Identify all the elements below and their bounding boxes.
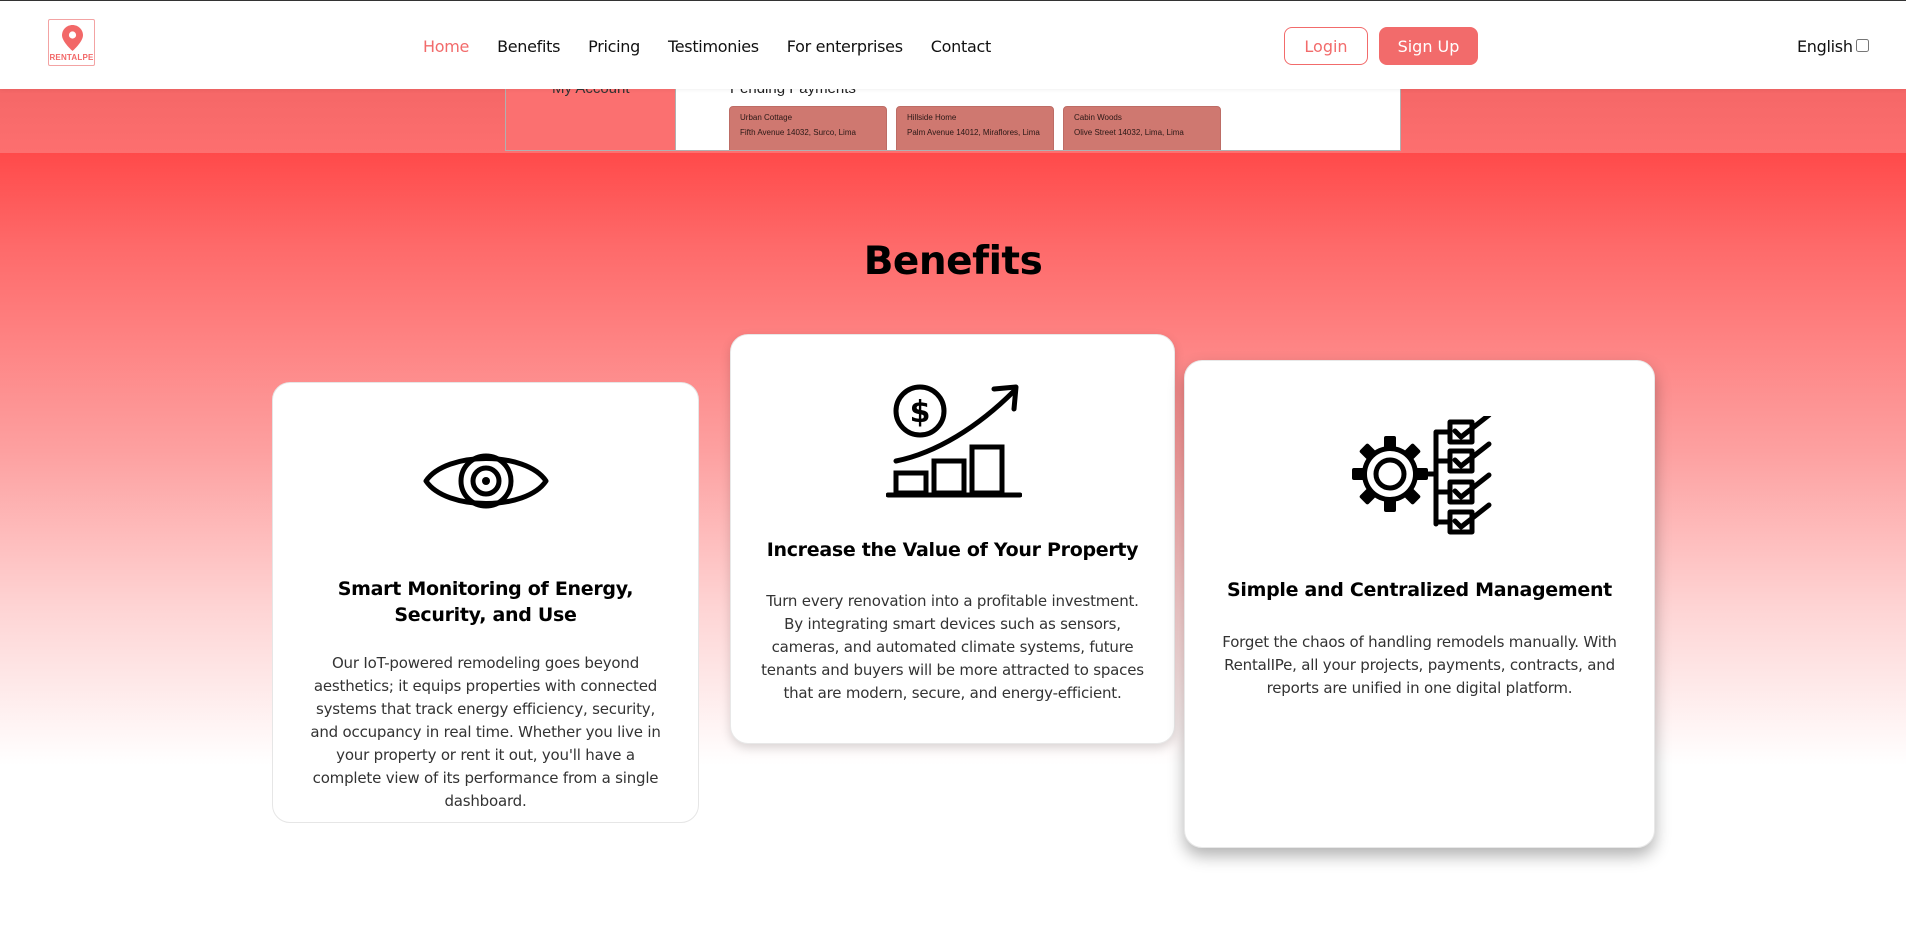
property-name: Hillside Home [907,113,957,122]
preview-sidebar: My Account [506,89,676,150]
property-address: Palm Avenue 14012, Miraflores, Lima [907,128,1040,137]
map-pin-icon [62,25,83,51]
benefit-title: Increase the Value of Your Property [766,539,1139,561]
property-name: Cabin Woods [1074,113,1122,122]
benefit-title: Smart Monitoring of Energy, Security, an… [337,578,634,626]
nav-benefits[interactable]: Benefits [497,37,560,56]
property-address: Fifth Avenue 14032, Surco, Lima [740,128,856,137]
growth-chart-icon: $ [886,384,1022,498]
top-navbar: RENTALPE Home Benefits Pricing Testimoni… [0,0,1906,89]
gear-checklist-icon [1352,416,1492,535]
preview-property-card: Urban Cottage Fifth Avenue 14032, Surco,… [729,106,887,150]
nav-pricing[interactable]: Pricing [588,37,640,56]
nav-testimonies[interactable]: Testimonies [668,37,759,56]
language-checkbox[interactable] [1855,39,1869,52]
benefit-card-management: Simple and Centralized Management Forget… [1184,360,1655,848]
benefits-heading: Benefits [863,239,1043,284]
property-address: Olive Street 14032, Lima, Lima [1074,128,1184,137]
language-toggle[interactable]: English [1797,37,1869,56]
signup-button[interactable]: Sign Up [1379,27,1478,65]
dashboard-preview: My Account Pending Payments Urban Cottag… [505,89,1401,151]
language-label: English [1797,37,1853,56]
benefit-description: Turn every renovation into a profitable … [761,592,1144,702]
benefit-card-value: $ Increase the Value of Your Property Tu… [730,334,1175,744]
benefit-card-monitoring: Smart Monitoring of Energy, Security, an… [272,382,699,823]
preview-section-title: Pending Payments [730,89,856,97]
login-button[interactable]: Login [1284,27,1368,65]
preview-property-card: Hillside Home Palm Avenue 14012, Miraflo… [896,106,1054,150]
brand-name: RENTALPE [49,53,94,62]
preview-property-card: Cabin Woods Olive Street 14032, Lima, Li… [1063,106,1221,150]
benefits-section: Benefits Smart Monitoring of Energy, Sec… [0,153,1906,938]
brand-logo[interactable]: RENTALPE [48,19,95,66]
nav-home[interactable]: Home [423,37,469,56]
main-nav: Home Benefits Pricing Testimonies For en… [423,37,1019,56]
svg-text:$: $ [910,395,931,430]
benefit-title: Simple and Centralized Management [1227,579,1612,601]
nav-for-enterprises[interactable]: For enterprises [787,37,903,56]
preview-sidebar-item: My Account [552,89,630,97]
benefit-description: Our IoT-powered remodeling goes beyond a… [310,654,661,810]
nav-contact[interactable]: Contact [931,37,991,56]
property-name: Urban Cottage [740,113,793,122]
benefit-description: Forget the chaos of handling remodels ma… [1222,633,1617,697]
eye-icon [423,453,549,509]
